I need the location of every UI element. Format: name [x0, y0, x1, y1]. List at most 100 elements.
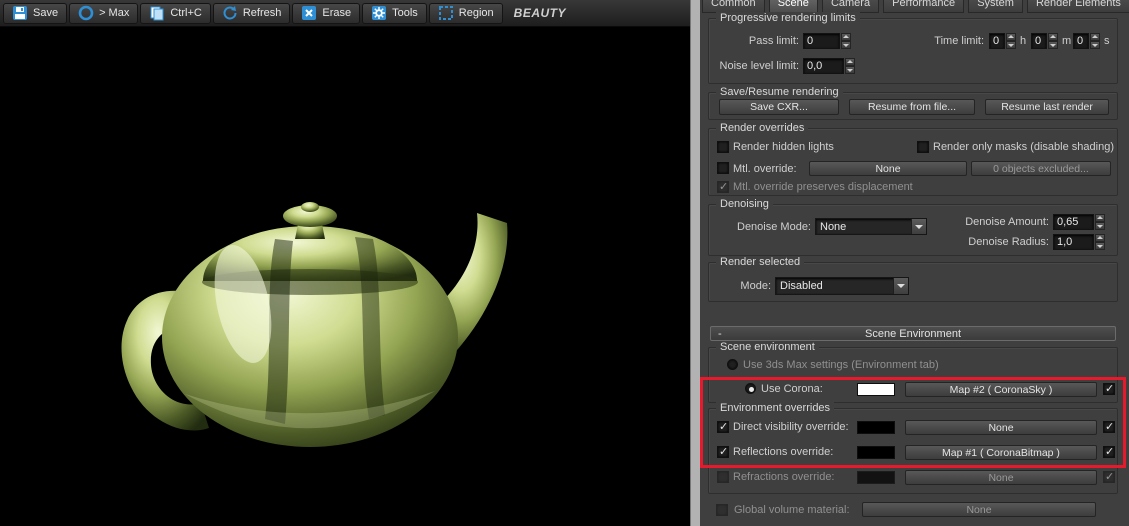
corona-environment-color-swatch[interactable] [857, 383, 895, 396]
refractions-map-toggle[interactable] [1103, 471, 1115, 483]
region-button-label: Region [458, 7, 494, 19]
group-denoising: Denoising Denoise Mode: None Denoise Amo… [708, 198, 1118, 256]
region-button[interactable]: Region [428, 2, 503, 24]
spinner-arrows-icon[interactable] [1048, 33, 1058, 49]
save-button[interactable]: Save [3, 2, 68, 24]
direct-visibility-map-button[interactable]: None [905, 420, 1097, 435]
erase-button[interactable]: Erase [292, 2, 361, 24]
pass-limit-label: Pass limit: [748, 35, 799, 47]
group-environment-overrides: Environment overrides Direct visibility … [708, 402, 1118, 494]
time-hours-value: 0 [989, 33, 1005, 49]
x-cross-icon [301, 5, 317, 21]
refractions-map-button[interactable]: None [905, 470, 1097, 485]
denoise-amount-value: 0,65 [1053, 214, 1094, 230]
group-render-selected: Render selected Mode: Disabled [708, 256, 1118, 302]
refresh-icon [222, 5, 238, 21]
tools-button[interactable]: Tools [362, 2, 427, 24]
use-max-settings-label: Use 3ds Max settings (Environment tab) [743, 359, 939, 371]
refractions-override-label: Refractions override: [733, 471, 835, 483]
group-title: Denoising [716, 198, 773, 211]
group-title: Scene environment [716, 341, 819, 354]
send-to-max-button[interactable]: > Max [69, 2, 139, 24]
corona-vfb-window: Save > Max Ctrl+C Refresh Erase Tools Re… [0, 0, 690, 526]
direct-visibility-map-toggle[interactable] [1103, 421, 1115, 433]
render-selected-mode-label: Mode: [740, 280, 771, 292]
render-setup-panel: Common Scene Camera Performance System R… [700, 0, 1129, 526]
spinner-arrows-icon[interactable] [841, 33, 851, 49]
reflections-override-checkbox[interactable] [717, 446, 729, 458]
corona-environment-map-button[interactable]: Map #2 ( CoronaSky ) [905, 382, 1097, 397]
reflections-color-swatch[interactable] [857, 446, 895, 459]
global-volume-checkbox[interactable] [716, 504, 728, 516]
global-volume-label: Global volume material: [734, 504, 850, 516]
tools-button-label: Tools [392, 7, 418, 19]
time-limit-seconds-spinner[interactable]: 0 [1073, 33, 1100, 49]
noise-limit-spinner[interactable]: 0,0 [803, 58, 855, 74]
use-corona-label: Use Corona: [761, 383, 823, 395]
pass-limit-value: 0 [803, 33, 840, 49]
time-limit-minutes-spinner[interactable]: 0 [1031, 33, 1058, 49]
pass-limit-spinner[interactable]: 0 [803, 33, 851, 49]
preserve-displacement-checkbox[interactable] [717, 181, 729, 193]
time-seconds-value: 0 [1073, 33, 1089, 49]
render-hidden-lights-checkbox[interactable] [717, 141, 729, 153]
time-minutes-value: 0 [1031, 33, 1047, 49]
vfb-toolbar: Save > Max Ctrl+C Refresh Erase Tools Re… [0, 0, 690, 27]
group-title: Environment overrides [716, 402, 835, 415]
time-limit-label: Time limit: [934, 35, 984, 47]
resume-last-render-button[interactable]: Resume last render [985, 99, 1109, 115]
mtl-override-checkbox[interactable] [717, 162, 729, 174]
chevron-down-icon[interactable] [911, 219, 926, 234]
spinner-arrows-icon[interactable] [1006, 33, 1016, 49]
render-hidden-lights-label: Render hidden lights [733, 141, 834, 153]
mtl-override-slot-button[interactable]: None [809, 161, 967, 176]
spinner-arrows-icon[interactable] [1095, 214, 1105, 230]
tab-system[interactable]: System [968, 0, 1023, 13]
noise-limit-value: 0,0 [803, 58, 844, 74]
noise-limit-label: Noise level limit: [719, 60, 799, 72]
scene-environment-rollout-header[interactable]: - Scene Environment [710, 326, 1116, 341]
tab-performance[interactable]: Performance [883, 0, 965, 13]
spinner-arrows-icon[interactable] [1095, 234, 1105, 250]
resume-from-file-button[interactable]: Resume from file... [849, 99, 975, 115]
group-title: Render selected [716, 256, 805, 269]
denoise-amount-label: Denoise Amount: [965, 216, 1049, 228]
direct-visibility-color-swatch[interactable] [857, 421, 895, 434]
denoise-radius-spinner[interactable]: 1,0 [1053, 234, 1105, 250]
use-corona-radio[interactable] [745, 383, 756, 394]
save-cxr-button[interactable]: Save CXR... [719, 99, 839, 115]
mtl-override-label: Mtl. override: [733, 163, 797, 175]
render-only-masks-checkbox[interactable] [917, 141, 929, 153]
use-max-settings-radio[interactable] [727, 359, 738, 370]
region-icon [438, 5, 454, 21]
direct-visibility-override-label: Direct visibility override: [733, 421, 849, 433]
spinner-arrows-icon[interactable] [1090, 33, 1100, 49]
chevron-down-icon[interactable] [893, 278, 908, 294]
render-selected-mode-value: Disabled [780, 280, 823, 292]
direct-visibility-override-checkbox[interactable] [717, 421, 729, 433]
refractions-override-checkbox[interactable] [717, 471, 729, 483]
group-scene-environment: Scene environment Use 3ds Max settings (… [708, 341, 1118, 403]
denoise-radius-value: 1,0 [1053, 234, 1094, 250]
time-limit-hours-spinner[interactable]: 0 [989, 33, 1016, 49]
denoise-amount-spinner[interactable]: 0,65 [1053, 214, 1105, 230]
tab-render-elements[interactable]: Render Elements [1026, 0, 1129, 13]
collapse-icon[interactable]: - [718, 328, 722, 340]
copy-button[interactable]: Ctrl+C [140, 2, 211, 24]
denoise-mode-value: None [820, 221, 847, 233]
global-volume-slot-button[interactable]: None [862, 502, 1096, 517]
reflections-map-toggle[interactable] [1103, 446, 1115, 458]
refresh-button[interactable]: Refresh [212, 2, 291, 24]
render-selected-mode-dropdown[interactable]: Disabled [775, 277, 909, 295]
spinner-arrows-icon[interactable] [845, 58, 855, 74]
rollout-title: Scene Environment [865, 327, 961, 340]
corona-environment-map-toggle[interactable] [1103, 383, 1115, 395]
objects-excluded-button[interactable]: 0 objects excluded... [971, 161, 1111, 176]
save-button-label: Save [33, 7, 59, 19]
group-save-resume: Save/Resume rendering Save CXR... Resume… [708, 86, 1118, 120]
denoise-mode-label: Denoise Mode: [737, 221, 811, 233]
denoise-mode-dropdown[interactable]: None [815, 218, 927, 235]
reflections-map-button[interactable]: Map #1 ( CoronaBitmap ) [905, 445, 1097, 460]
refractions-color-swatch[interactable] [857, 471, 895, 484]
group-title: Progressive rendering limits [716, 12, 860, 25]
